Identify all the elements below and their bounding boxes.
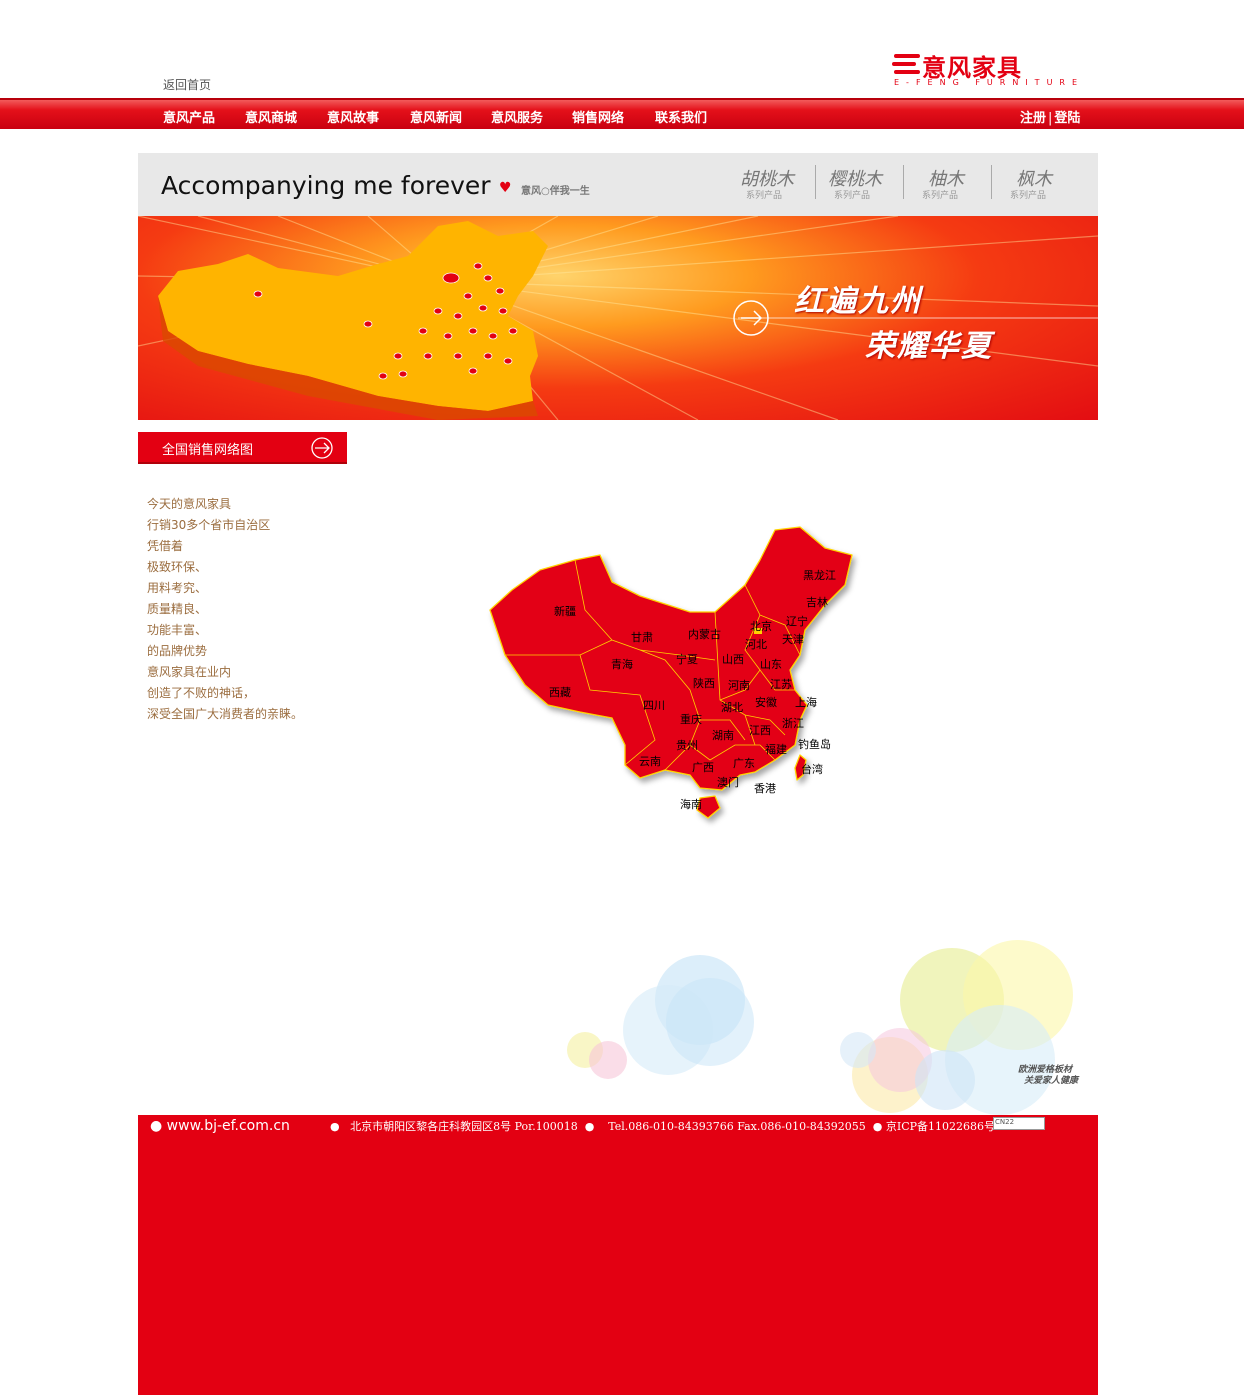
map-label-xinjiang[interactable]: 新疆 bbox=[554, 604, 576, 618]
section-title: 全国销售网络图 bbox=[162, 443, 254, 458]
hero-banner: 红遍九州 荣耀华夏 bbox=[138, 216, 1098, 420]
nav-item-products[interactable]: 意风产品 bbox=[163, 107, 215, 126]
map-label-liaoning[interactable]: 辽宁 bbox=[786, 614, 808, 628]
footer-phone: Tel.086-010-84393766 Fax.086-010-8439205… bbox=[608, 1120, 866, 1133]
intro-line: 意风家具在业内 bbox=[147, 665, 232, 679]
series-subtitle: 系列产品 bbox=[922, 191, 959, 201]
auth-separator: | bbox=[1048, 111, 1053, 126]
map-label-guangdong[interactable]: 广东 bbox=[733, 757, 755, 770]
divider bbox=[903, 165, 904, 199]
map-label-fujian[interactable]: 福建 bbox=[765, 742, 787, 756]
map-label-chongqing[interactable]: 重庆 bbox=[680, 712, 702, 726]
banner-graphic bbox=[138, 216, 1098, 420]
map-label-xianggang[interactable]: 香港 bbox=[754, 782, 776, 795]
map-label-jiangsu[interactable]: 江苏 bbox=[770, 678, 792, 691]
map-label-shanxi[interactable]: 山西 bbox=[722, 653, 744, 666]
series-subtitle: 系列产品 bbox=[834, 191, 871, 201]
heart-icon: ♥ bbox=[499, 180, 512, 196]
banner-headline-2: 荣耀华夏 bbox=[865, 329, 993, 364]
main-nav: 意风产品 意风商城 意风故事 意风新闻 意风服务 销售网络 联系我们 注册 | 登陆 bbox=[0, 98, 1244, 129]
nav-item-story[interactable]: 意风故事 bbox=[327, 107, 379, 126]
site-url[interactable]: ● www.bj-ef.com.cn bbox=[150, 1118, 290, 1134]
auth-links: 注册 | 登陆 bbox=[1020, 107, 1080, 126]
intro-line: 的品牌优势 bbox=[147, 644, 208, 658]
nav-item-contact[interactable]: 联系我们 bbox=[655, 107, 707, 126]
logo[interactable]: 意风家具 E-FENG FURNITURE bbox=[892, 50, 1087, 90]
map-label-neimenggu[interactable]: 内蒙古 bbox=[688, 627, 721, 641]
intro-line: 行销30多个省市自治区 bbox=[147, 518, 271, 532]
nav-item-service[interactable]: 意风服务 bbox=[491, 107, 543, 126]
map-label-jilin[interactable]: 吉林 bbox=[806, 595, 828, 609]
nav-item-mall[interactable]: 意风商城 bbox=[245, 107, 297, 126]
map-label-qinghai[interactable]: 青海 bbox=[611, 657, 633, 671]
arrow-circle-icon[interactable] bbox=[310, 436, 334, 460]
map-label-ningxia[interactable]: 宁夏 bbox=[676, 652, 698, 666]
footer-address: 北京市朝阳区黎各庄科教园区8号 Por.100018 bbox=[350, 1120, 578, 1133]
footer-contact-info: ● 北京市朝阳区黎各庄科教园区8号 Por.100018 ● Tel.086-0… bbox=[330, 1120, 1006, 1133]
login-link[interactable]: 登陆 bbox=[1054, 111, 1080, 126]
map-label-taiwan[interactable]: 台湾 bbox=[801, 762, 823, 776]
series-maple[interactable]: 枫木 系列产品 bbox=[1004, 165, 1084, 205]
slogan-chinese: 意风○伴我一生 bbox=[521, 186, 590, 197]
series-teak[interactable]: 柚木 系列产品 bbox=[916, 165, 996, 205]
map-label-guizhou[interactable]: 贵州 bbox=[676, 739, 698, 752]
map-label-yunnan[interactable]: 云南 bbox=[639, 755, 661, 768]
map-label-xizang[interactable]: 西藏 bbox=[549, 686, 571, 699]
intro-line: 深受全国广大消费者的亲睐。 bbox=[147, 707, 304, 721]
map-label-hebei[interactable]: 河北 bbox=[745, 638, 767, 651]
divider bbox=[991, 165, 992, 199]
map-label-diaoyudao[interactable]: 钓鱼岛 bbox=[798, 737, 831, 751]
china-silhouette bbox=[158, 221, 548, 411]
map-label-hubei[interactable]: 湖北 bbox=[721, 701, 743, 714]
footer: ● www.bj-ef.com.cn ● 北京市朝阳区黎各庄科教园区8号 Por… bbox=[138, 1115, 1098, 1395]
map-label-henan[interactable]: 河南 bbox=[728, 679, 750, 692]
nav-item-news[interactable]: 意风新闻 bbox=[410, 107, 462, 126]
map-label-sichuan[interactable]: 四川 bbox=[643, 699, 665, 712]
cnnic-badge[interactable]: CN22 bbox=[993, 1117, 1045, 1130]
map-label-hainan[interactable]: 海南 bbox=[680, 797, 702, 811]
sales-network-map: 黑龙江 吉林 辽宁 北京 天津 河北 内蒙古 新疆 甘肃 宁夏 山西 山东 青海… bbox=[489, 526, 853, 819]
intro-line: 极致环保、 bbox=[147, 560, 208, 574]
map-label-heilongjiang[interactable]: 黑龙江 bbox=[803, 569, 836, 582]
series-subtitle: 系列产品 bbox=[1010, 191, 1047, 201]
map-label-beijing[interactable]: 北京 bbox=[750, 619, 772, 633]
map-label-aomen[interactable]: 澳门 bbox=[717, 775, 739, 789]
bubble-caption-1: 欧洲爱格板材 bbox=[1018, 1064, 1074, 1075]
intro-line: 今天的意风家具 bbox=[147, 497, 232, 511]
map-label-zhejiang[interactable]: 浙江 bbox=[782, 717, 804, 730]
home-link[interactable]: 返回首页 bbox=[163, 76, 211, 93]
banner-header: Accompanying me forever ♥ 意风○伴我一生 胡桃木 系列… bbox=[138, 153, 1098, 216]
intro-line: 凭借着 bbox=[147, 539, 184, 553]
map-label-anhui[interactable]: 安徽 bbox=[755, 695, 777, 709]
series-cherry[interactable]: 樱桃木 系列产品 bbox=[828, 165, 908, 205]
map-label-gansu[interactable]: 甘肃 bbox=[631, 631, 653, 644]
section-title-bar: 全国销售网络图 bbox=[138, 432, 347, 464]
map-label-hunan[interactable]: 湖南 bbox=[712, 729, 734, 742]
footer-icp[interactable]: 京ICP备11022686号-1 bbox=[886, 1120, 1006, 1133]
map-label-guangxi[interactable]: 广西 bbox=[692, 761, 714, 774]
logo-mark-icon bbox=[892, 54, 920, 74]
nav-item-sales-network[interactable]: 销售网络 bbox=[572, 107, 624, 126]
banner-headline-1: 红遍九州 bbox=[794, 284, 922, 319]
intro-line: 质量精良、 bbox=[147, 602, 208, 616]
series-walnut[interactable]: 胡桃木 系列产品 bbox=[740, 165, 820, 205]
map-label-jiangxi[interactable]: 江西 bbox=[749, 724, 771, 737]
map-label-shanghai[interactable]: 上海 bbox=[795, 695, 817, 709]
series-subtitle: 系列产品 bbox=[746, 191, 783, 201]
map-label-shandong[interactable]: 山东 bbox=[760, 658, 782, 671]
intro-line: 功能丰富、 bbox=[147, 623, 208, 637]
logo-subtitle: E-FENG FURNITURE bbox=[894, 78, 1085, 87]
intro-line: 用料考究、 bbox=[147, 581, 208, 595]
divider bbox=[815, 165, 816, 199]
map-label-shaanxi[interactable]: 陕西 bbox=[693, 676, 715, 690]
register-link[interactable]: 注册 bbox=[1020, 111, 1046, 126]
slogan-english: Accompanying me forever bbox=[161, 171, 491, 200]
map-label-tianjin[interactable]: 天津 bbox=[782, 633, 804, 646]
bubble-caption-2: 关爱家人健康 bbox=[1024, 1075, 1080, 1086]
intro-text: 今天的意风家具 行销30多个省市自治区 凭借着 极致环保、 用料考究、 质量精良… bbox=[147, 494, 397, 725]
decorative-bubbles: 欧洲爱格板材 关爱家人健康 bbox=[567, 940, 1080, 1115]
intro-line: 创造了不败的神话， bbox=[147, 686, 256, 700]
